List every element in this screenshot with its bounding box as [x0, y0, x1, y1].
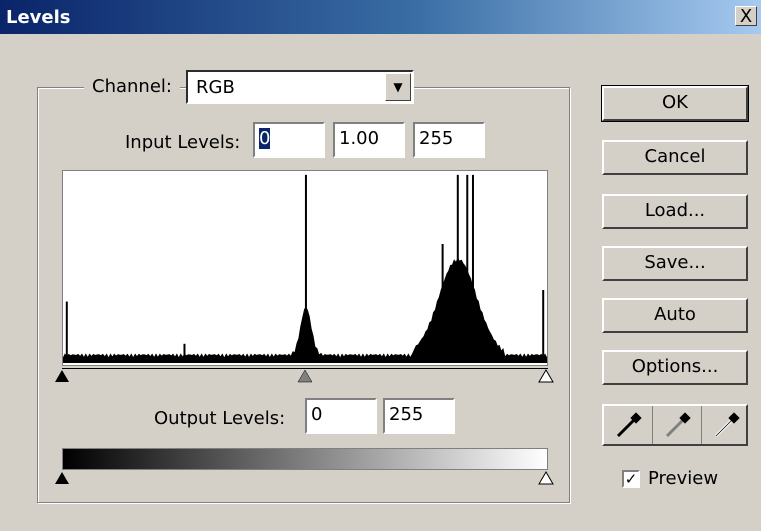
title-bar: Levels X — [0, 0, 761, 34]
output-white-slider — [538, 471, 554, 485]
gamma-slider — [297, 369, 313, 383]
output-levels-label: Output Levels: — [154, 408, 286, 429]
channel-value: RGB — [196, 77, 235, 98]
output-gradient-bar — [62, 448, 548, 470]
auto-button[interactable]: Auto — [602, 298, 748, 333]
white-point-slider — [538, 369, 554, 383]
output-slider-handles[interactable] — [52, 470, 556, 486]
input-levels-label: Input Levels: — [125, 132, 241, 153]
output-white-value: 255 — [389, 404, 424, 425]
preview-checkbox[interactable]: ✓ — [622, 470, 640, 488]
white-eyedropper-button[interactable] — [702, 406, 750, 444]
output-white-field[interactable]: 255 — [383, 398, 455, 434]
black-eyedropper-button[interactable] — [604, 406, 653, 444]
dialog-title: Levels — [6, 7, 71, 28]
input-white-value: 255 — [419, 128, 454, 149]
black-point-eyedropper-icon — [616, 412, 642, 438]
white-point-eyedropper-icon — [714, 412, 740, 438]
input-white-field[interactable]: 255 — [413, 122, 485, 158]
histogram-plot — [63, 174, 547, 363]
black-point-slider — [55, 370, 69, 382]
output-black-slider — [55, 472, 69, 484]
eyedropper-group — [602, 404, 748, 446]
input-gamma-value: 1.00 — [339, 128, 380, 149]
input-black-value: 0 — [259, 128, 271, 149]
histogram — [62, 170, 548, 366]
output-black-field[interactable]: 0 — [305, 398, 377, 434]
preview-label: Preview — [648, 468, 719, 489]
chevron-down-icon[interactable]: ▼ — [385, 73, 411, 101]
options-button[interactable]: Options... — [602, 350, 748, 385]
output-black-value: 0 — [311, 404, 323, 425]
gray-point-eyedropper-icon — [665, 412, 691, 438]
channel-select[interactable]: RGB ▼ — [186, 70, 414, 104]
close-icon: X — [739, 6, 753, 27]
input-slider-handles[interactable] — [52, 368, 556, 384]
input-black-field[interactable]: 0 — [253, 122, 325, 158]
load-button[interactable]: Load... — [602, 194, 748, 229]
input-gamma-field[interactable]: 1.00 — [333, 122, 405, 158]
ok-button[interactable]: OK — [601, 85, 749, 122]
channel-label: Channel: — [84, 76, 180, 97]
save-button[interactable]: Save... — [602, 246, 748, 281]
close-button[interactable]: X — [735, 6, 757, 26]
cancel-button[interactable]: Cancel — [602, 140, 748, 175]
gray-eyedropper-button[interactable] — [653, 406, 702, 444]
